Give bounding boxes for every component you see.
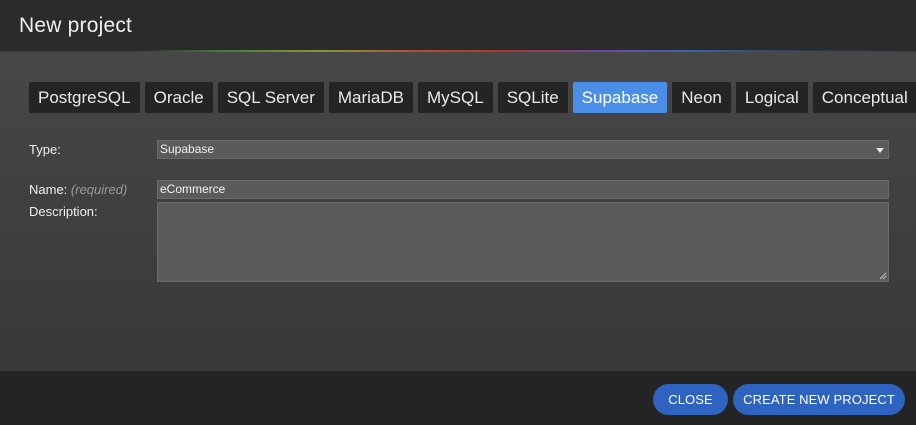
resize-grip-icon[interactable]: [879, 272, 887, 280]
create-new-project-button[interactable]: CREATE NEW PROJECT: [733, 384, 905, 415]
name-required-hint: (required): [70, 182, 128, 197]
tab-mysql[interactable]: MySQL: [418, 82, 493, 113]
tab-oracle[interactable]: Oracle: [144, 82, 213, 113]
close-button[interactable]: CLOSE: [653, 384, 728, 415]
tab-mariadb[interactable]: MariaDB: [328, 82, 413, 113]
chevron-down-icon: [876, 148, 884, 153]
type-select-value: Supabase: [160, 142, 215, 156]
tab-postgresql[interactable]: PostgreSQL: [29, 82, 140, 113]
tab-supabase[interactable]: Supabase: [572, 82, 668, 113]
description-label: Description:: [29, 204, 98, 219]
name-label-text: Name:: [29, 182, 68, 197]
dialog-title: New project: [19, 14, 133, 37]
name-input[interactable]: eCommerce: [157, 180, 889, 199]
description-textarea[interactable]: [157, 202, 889, 282]
tab-sql-server[interactable]: SQL Server: [217, 82, 324, 113]
type-label: Type:: [29, 142, 61, 157]
tab-neon[interactable]: Neon: [672, 82, 731, 113]
tab-sqlite[interactable]: SQLite: [497, 82, 568, 113]
tab-logical[interactable]: Logical: [735, 82, 808, 113]
type-select[interactable]: Supabase: [157, 140, 889, 159]
name-label: Name: (required): [29, 182, 127, 197]
tab-conceptual[interactable]: Conceptual: [812, 82, 916, 113]
database-type-tabs: PostgreSQL Oracle SQL Server MariaDB MyS…: [29, 82, 916, 113]
dialog-header: New project: [0, 0, 916, 51]
